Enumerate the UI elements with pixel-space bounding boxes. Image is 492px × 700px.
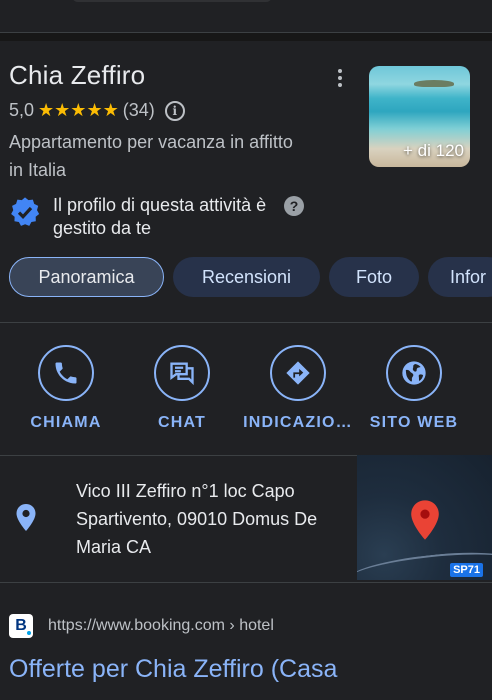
search-result-title-link[interactable]: Offerte per Chia Zeffiro (Casa bbox=[9, 655, 337, 684]
managed-profile-notice: Il profilo di questa attività è gestito … bbox=[9, 194, 293, 240]
rating-value: 5,0 bbox=[9, 100, 35, 120]
place-category: Appartamento per vacanza in affitto in I… bbox=[9, 132, 293, 180]
phone-icon bbox=[55, 362, 77, 384]
help-icon[interactable]: ? bbox=[284, 196, 304, 216]
managed-profile-text: Il profilo di questa attività è gestito … bbox=[53, 195, 267, 238]
chat-button[interactable]: CHAT bbox=[124, 345, 240, 432]
call-label: CHIAMA bbox=[30, 414, 102, 431]
address-text[interactable]: Vico III Zeffiro n°1 loc Capo Spartivent… bbox=[76, 477, 356, 561]
reviews-count[interactable]: (34) bbox=[123, 100, 155, 121]
result-url: https://www.booking.com › hotel bbox=[48, 617, 274, 635]
website-button[interactable]: SITO WEB bbox=[356, 345, 472, 432]
road-label: SP71 bbox=[450, 563, 483, 577]
photo-island bbox=[414, 80, 454, 87]
globe-icon bbox=[402, 361, 426, 385]
more-options-icon[interactable] bbox=[330, 66, 350, 90]
place-photo[interactable]: + di 120 bbox=[369, 66, 470, 167]
call-button[interactable]: CHIAMA bbox=[8, 345, 124, 432]
website-label: SITO WEB bbox=[369, 414, 459, 431]
section-separator bbox=[0, 33, 492, 41]
location-pin-icon bbox=[16, 504, 36, 531]
verified-badge-icon bbox=[11, 197, 40, 226]
result-url-domain: https://www.booking.com bbox=[48, 617, 225, 634]
result-url-path: › hotel bbox=[224, 617, 274, 634]
directions-label: INDICAZIO… bbox=[243, 414, 353, 431]
call-button-circle[interactable] bbox=[38, 345, 94, 401]
top-bar bbox=[0, 0, 492, 33]
website-button-circle[interactable] bbox=[386, 345, 442, 401]
chat-icon bbox=[170, 362, 194, 386]
chat-label: CHAT bbox=[157, 414, 207, 431]
place-title: Chia Zeffiro bbox=[9, 60, 146, 90]
directions-button-circle[interactable] bbox=[270, 345, 326, 401]
directions-icon bbox=[286, 361, 310, 385]
search-result-source[interactable]: B https://www.booking.com › hotel bbox=[9, 614, 274, 638]
rating-row[interactable]: 5,0 ★★★★★ (34) i bbox=[9, 100, 185, 121]
tab-info[interactable]: Infor bbox=[428, 257, 492, 297]
map-marker-icon bbox=[411, 500, 439, 540]
divider bbox=[0, 322, 492, 323]
booking-favicon-icon: B bbox=[9, 614, 33, 638]
star-rating-icons: ★★★★★ bbox=[38, 100, 119, 120]
tab-panoramica[interactable]: Panoramica bbox=[9, 257, 164, 297]
directions-button[interactable]: INDICAZIO… bbox=[240, 345, 356, 432]
tab-bar: Panoramica Recensioni Foto Infor bbox=[9, 257, 492, 297]
tab-recensioni[interactable]: Recensioni bbox=[173, 257, 320, 297]
info-icon[interactable]: i bbox=[164, 100, 185, 121]
photo-count: + di 120 bbox=[403, 141, 464, 160]
search-bar-edge[interactable] bbox=[72, 0, 272, 2]
map-thumbnail[interactable]: SP71 bbox=[357, 455, 492, 580]
chat-button-circle[interactable] bbox=[154, 345, 210, 401]
tab-foto[interactable]: Foto bbox=[329, 257, 419, 297]
divider bbox=[0, 582, 492, 583]
